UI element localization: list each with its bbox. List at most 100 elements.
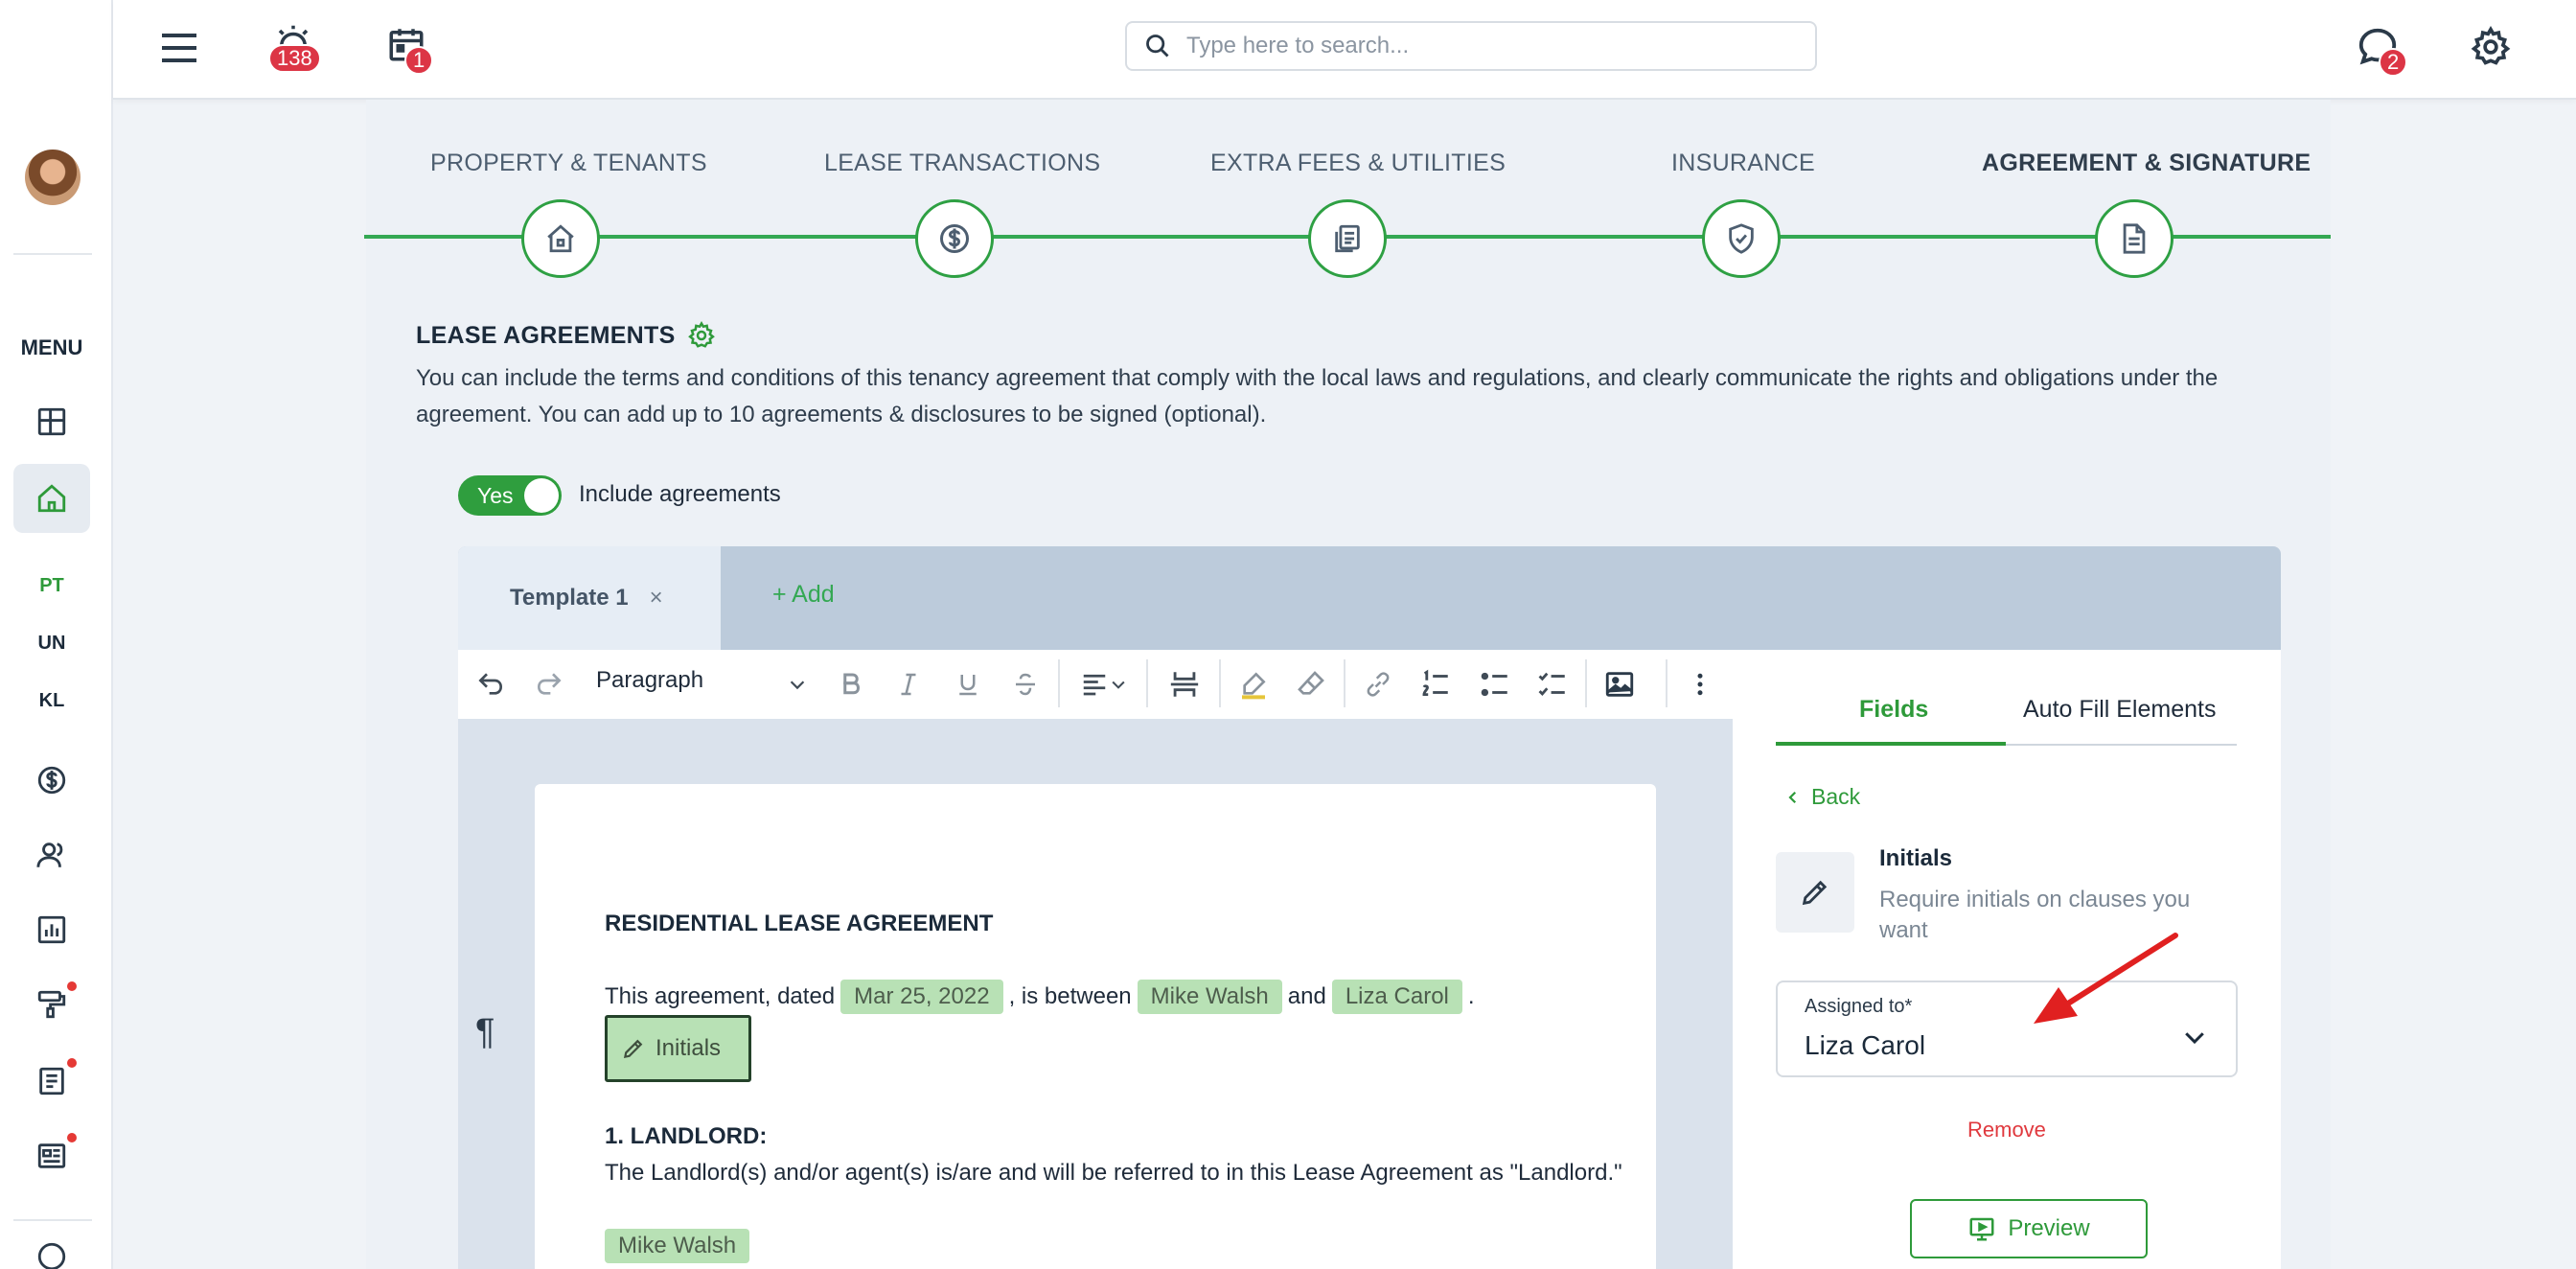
toolbar-separator (1666, 659, 1668, 707)
bullet-list-button[interactable] (1474, 661, 1516, 707)
step-label-fees[interactable]: EXTRA FEES & UTILITIES (1210, 150, 1506, 177)
hamburger-menu-button[interactable] (157, 27, 201, 69)
gear-icon (2471, 26, 2511, 65)
highlight-button[interactable] (1232, 661, 1275, 707)
tab-template-1-label: Template 1 (510, 585, 629, 611)
toolbar-separator (1058, 659, 1060, 707)
include-agreements-toggle[interactable]: Yes (458, 475, 562, 516)
dollar-circle-icon (37, 766, 66, 795)
step-agreement[interactable] (2095, 199, 2174, 278)
tenant-field-chip[interactable]: Liza Carol (1331, 980, 1462, 1014)
preview-button-label: Preview (2008, 1215, 2090, 1241)
chat-button[interactable]: 2 (2354, 23, 2408, 77)
add-template-button[interactable]: + Add (772, 581, 835, 609)
highlighter-icon (1242, 672, 1266, 700)
initials-field[interactable]: Initials (605, 1015, 751, 1082)
italic-icon (901, 673, 916, 696)
block-style-select[interactable]: Paragraph (596, 667, 703, 694)
page-break-icon (1170, 672, 1199, 697)
settings-button[interactable] (2467, 23, 2515, 71)
date-field-chip[interactable]: Mar 25, 2022 (840, 980, 1003, 1014)
avatar[interactable] (25, 150, 80, 205)
step-label-insurance[interactable]: INSURANCE (1671, 150, 1815, 177)
close-tab-button[interactable]: × (650, 585, 663, 611)
checklist-button[interactable] (1531, 661, 1574, 707)
numbered-list-button[interactable] (1414, 661, 1457, 707)
sidebar-item-pt[interactable]: PT (0, 575, 104, 597)
italic-button[interactable] (889, 661, 928, 707)
step-fees[interactable] (1308, 199, 1387, 278)
more-options-button[interactable] (1681, 661, 1719, 707)
section-landlord-text[interactable]: The Landlord(s) and/or agent(s) is/are a… (605, 1160, 1622, 1187)
landlord-field-chip[interactable]: Mike Walsh (1137, 980, 1282, 1014)
sidebar-item-documents[interactable] (13, 1047, 90, 1116)
landlord-name-chip[interactable]: Mike Walsh (605, 1229, 750, 1263)
sidebar-item-finance[interactable] (13, 746, 90, 815)
link-button[interactable] (1357, 661, 1399, 707)
strikethrough-button[interactable] (1006, 661, 1045, 707)
block-style-dropdown[interactable] (782, 661, 813, 707)
gear-icon[interactable] (687, 321, 716, 350)
bar-chart-icon (37, 915, 66, 944)
bold-icon (843, 673, 861, 695)
section-landlord-heading[interactable]: 1. LANDLORD: (605, 1123, 767, 1150)
alarm-button[interactable]: 138 (268, 21, 321, 73)
paragraph-marker-icon[interactable]: ¶ (475, 1012, 494, 1053)
step-label-agreement[interactable]: AGREEMENT & SIGNATURE (1982, 150, 2311, 177)
users-icon (36, 842, 63, 867)
home-icon (37, 484, 66, 513)
bold-button[interactable] (832, 661, 870, 707)
undo-icon (478, 673, 503, 695)
sidebar-item-properties[interactable] (13, 464, 90, 533)
step-property[interactable] (521, 199, 600, 278)
sidebar-item-dashboard[interactable] (13, 387, 90, 456)
tab-fields[interactable]: Fields (1859, 696, 1928, 724)
field-type-name: Initials (1879, 845, 1953, 871)
document-title[interactable]: RESIDENTIAL LEASE AGREEMENT (605, 911, 993, 937)
align-left-icon (1083, 674, 1106, 696)
presentation-icon (1969, 1217, 1994, 1241)
notification-dot (67, 1058, 77, 1068)
chevron-down-icon (1112, 681, 1125, 689)
sidebar-item-reports[interactable] (13, 895, 90, 964)
step-label-property[interactable]: PROPERTY & TENANTS (430, 150, 707, 177)
link-icon (1367, 672, 1390, 697)
undo-button[interactable] (470, 661, 512, 707)
intro-text: This agreement, dated (605, 983, 836, 1009)
align-button[interactable] (1073, 661, 1135, 707)
underline-button[interactable] (949, 661, 987, 707)
chat-badge: 2 (2379, 48, 2408, 77)
redo-button[interactable] (528, 661, 570, 707)
preview-button[interactable]: Preview (1910, 1199, 2148, 1258)
sidebar-divider (13, 1219, 92, 1221)
insert-image-button[interactable] (1598, 661, 1641, 707)
page-break-button[interactable] (1163, 661, 1206, 707)
step-label-transactions[interactable]: LEASE TRANSACTIONS (824, 150, 1100, 177)
calendar-button[interactable]: 1 (383, 21, 434, 75)
toolbar-separator (1585, 659, 1587, 707)
shield-check-icon (1729, 223, 1754, 254)
sidebar-item-maintenance[interactable] (13, 970, 90, 1039)
sidebar-item-kl[interactable]: KL (0, 690, 104, 712)
back-link[interactable]: Back (1784, 784, 1860, 810)
step-insurance[interactable] (1702, 199, 1781, 278)
back-link-label: Back (1811, 784, 1861, 809)
help-icon (37, 1242, 66, 1269)
intro-and-text: and (1287, 983, 1326, 1009)
document-intro-line[interactable]: This agreement, dated Mar 25, 2022 , is … (605, 980, 1475, 1014)
remove-field-button[interactable]: Remove (1967, 1118, 2046, 1142)
underline-icon (959, 675, 977, 696)
eraser-button[interactable] (1290, 661, 1332, 707)
image-icon (1605, 672, 1634, 697)
sidebar-item-news[interactable] (13, 1121, 90, 1190)
tab-template-1[interactable]: Template 1 × (458, 546, 721, 650)
chevron-left-icon (1788, 791, 1797, 803)
sidebar-item-un[interactable]: UN (0, 633, 104, 655)
newspaper-icon (37, 1143, 66, 1168)
search-input[interactable] (1186, 33, 1761, 59)
step-transactions[interactable] (915, 199, 994, 278)
tab-auto-fill-elements[interactable]: Auto Fill Elements (2023, 696, 2216, 724)
sidebar-item-help[interactable] (13, 1240, 90, 1269)
search-box[interactable] (1125, 21, 1817, 71)
sidebar-item-people[interactable] (13, 820, 90, 889)
